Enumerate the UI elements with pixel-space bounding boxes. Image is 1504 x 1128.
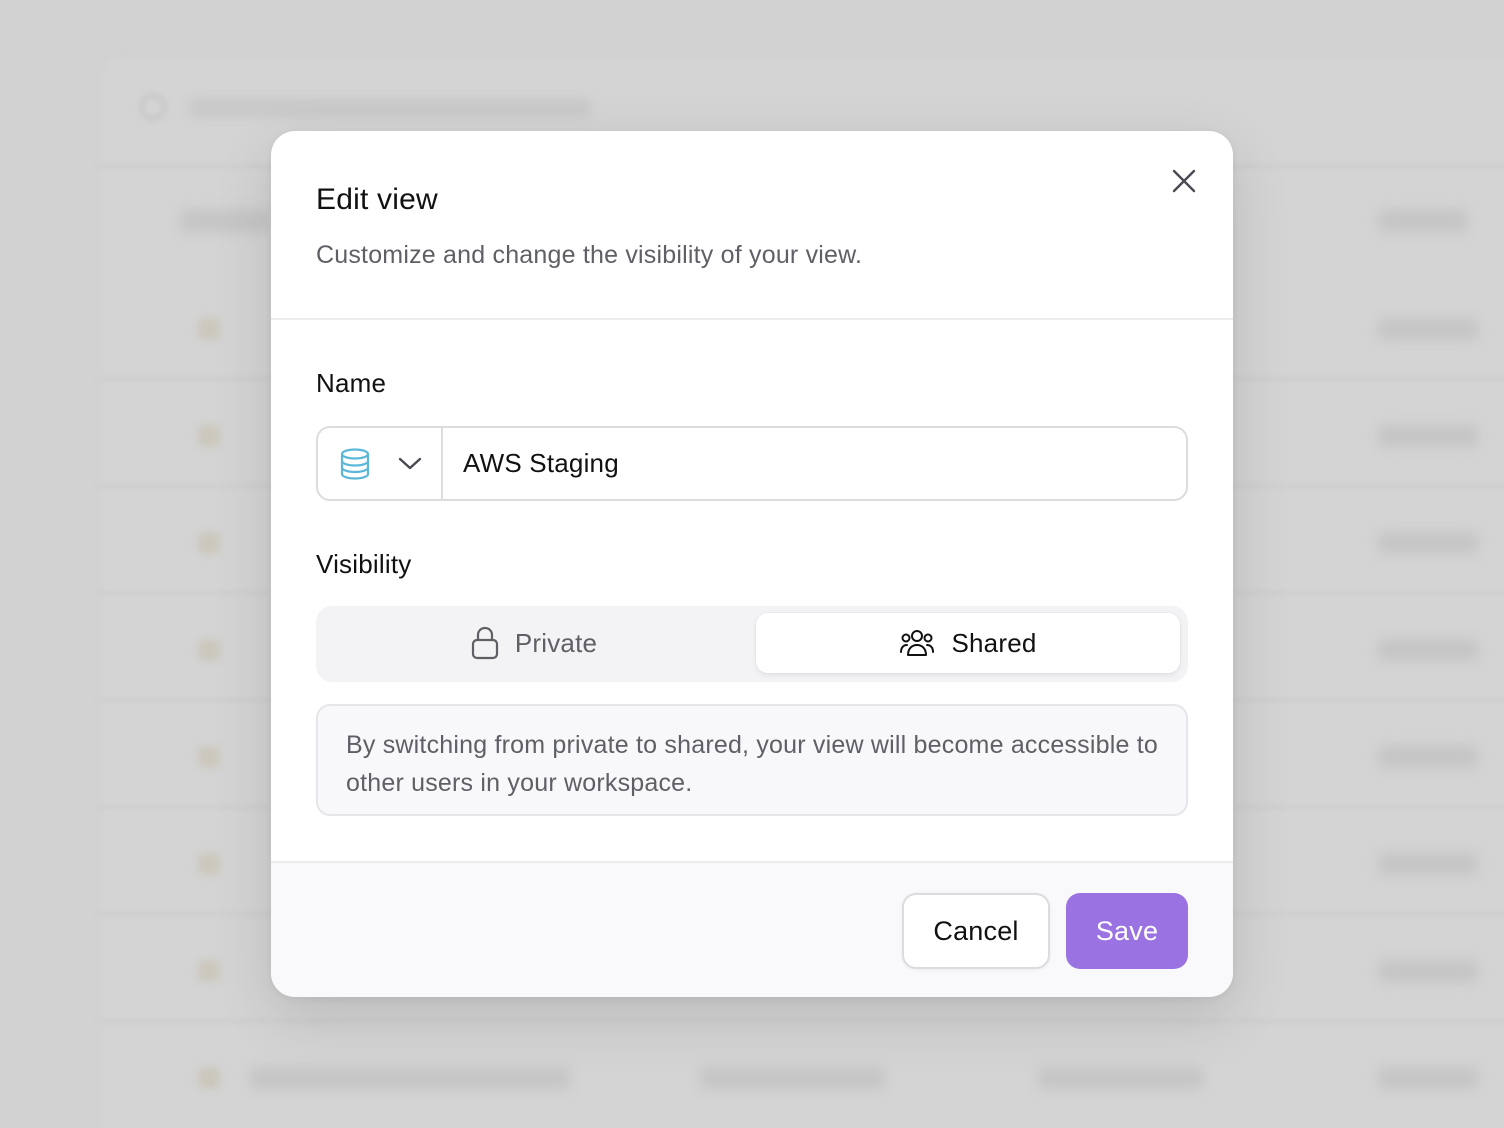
dialog-header: Edit view Customize and change the visib… — [271, 131, 1233, 320]
visibility-option-shared[interactable]: Shared — [756, 613, 1180, 673]
background-row-cell — [1038, 1067, 1203, 1089]
background-row-cell — [1378, 425, 1478, 447]
users-icon — [900, 630, 935, 656]
background-row-icon — [198, 1067, 220, 1089]
background-row-icon — [198, 532, 220, 554]
private-label: Private — [514, 627, 598, 658]
background-row-icon — [198, 425, 220, 447]
background-header-cell — [180, 210, 270, 232]
visibility-option-private[interactable]: Private — [322, 613, 746, 673]
visibility-label: Visibility — [316, 549, 412, 579]
dialog-footer: Cancel Save — [271, 861, 1233, 997]
background-row-cell — [250, 1067, 570, 1089]
save-button[interactable]: Save — [1066, 893, 1188, 969]
shared-label: Shared — [951, 627, 1037, 658]
name-input[interactable] — [443, 428, 1186, 499]
background-search-bar — [190, 98, 590, 118]
background-row-cell — [700, 1067, 885, 1089]
database-icon — [340, 447, 369, 480]
background-search-icon — [140, 94, 166, 120]
dialog-title: Edit view — [316, 183, 438, 216]
background-row-icon — [198, 639, 220, 661]
background-row-cell — [1378, 532, 1478, 554]
background-row-icon — [198, 960, 220, 982]
close-icon — [1172, 169, 1196, 193]
icon-picker-button[interactable] — [318, 428, 443, 499]
cancel-button[interactable]: Cancel — [902, 893, 1050, 969]
background-row-icon — [198, 318, 220, 340]
chevron-down-icon — [398, 457, 421, 469]
background-row-cell — [1378, 960, 1478, 982]
background-row-cell — [1378, 639, 1478, 661]
background-row-cell — [1378, 318, 1478, 340]
background-divider — [100, 1020, 1504, 1022]
background-row-cell — [1378, 1067, 1478, 1089]
background-row-cell — [1378, 746, 1478, 768]
background-header-cell — [1378, 210, 1468, 232]
name-label: Name — [316, 368, 387, 398]
close-button[interactable] — [1164, 161, 1204, 201]
visibility-info-box: By switching from private to shared, you… — [316, 704, 1188, 816]
background-row-icon — [198, 746, 220, 768]
dialog-subtitle: Customize and change the visibility of y… — [316, 241, 863, 269]
background-row-icon — [198, 853, 220, 875]
lock-icon — [471, 626, 498, 660]
edit-view-dialog: Edit view Customize and change the visib… — [271, 131, 1233, 997]
background-row-cell — [1378, 853, 1478, 875]
visibility-toggle: Private Shared — [316, 606, 1188, 682]
name-field — [316, 426, 1188, 501]
